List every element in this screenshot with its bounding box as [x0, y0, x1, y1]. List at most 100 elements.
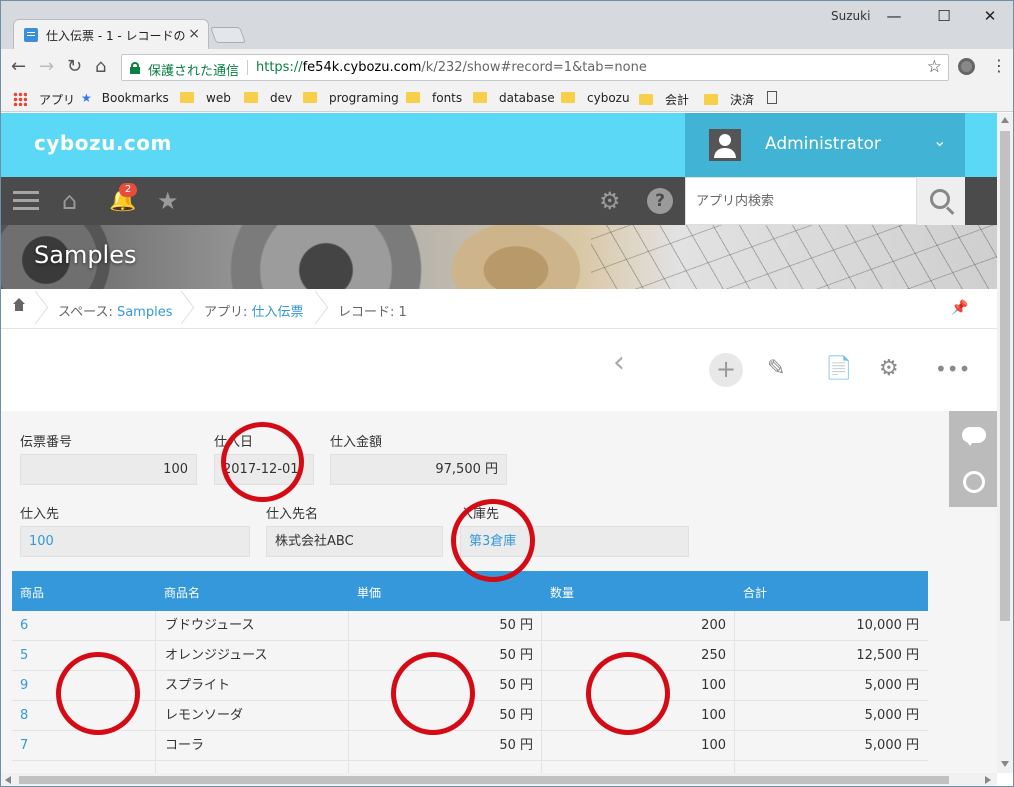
scroll-down-icon[interactable] — [1001, 761, 1009, 767]
supplier-value[interactable]: 100 — [20, 526, 250, 557]
chevron-down-icon: ⌄ — [933, 131, 947, 150]
new-tab-button[interactable] — [210, 27, 246, 43]
url-text[interactable]: https://fe54k.cybozu.com/k/232/show#reco… — [256, 60, 647, 75]
product-name-cell: ブドウジュース — [155, 611, 348, 641]
portal-home-icon[interactable]: ⌂ — [62, 187, 77, 215]
breadcrumb: スペース: Samples アプリ: 仕入伝票 レコード: 1 📌 — [1, 289, 997, 329]
maximize-icon[interactable]: ☐ — [921, 5, 967, 27]
horizontal-scrollbar[interactable] — [1, 773, 997, 786]
comment-icon[interactable] — [962, 427, 986, 446]
supplier-name-value: 株式会社ABC — [266, 526, 443, 557]
extension-icon[interactable] — [958, 58, 975, 75]
history-icon[interactable] — [963, 471, 985, 493]
breadcrumb-space-link[interactable]: Samples — [117, 305, 173, 320]
reload-icon[interactable]: ↻ — [67, 57, 82, 77]
hamburger-menu-icon[interactable] — [13, 191, 39, 211]
browser-toolbar: ← → ↻ ⌂ 保護された通信 https://fe54k.cybozu.com… — [1, 49, 1013, 85]
breadcrumb-record: レコード: 1 — [338, 305, 407, 320]
close-window-icon[interactable]: ✕ — [967, 5, 1013, 27]
blueprint-image — [591, 225, 997, 289]
unit-price-cell — [348, 761, 541, 773]
bookmark-payment[interactable]: 決済 — [704, 91, 754, 108]
kintone-navbar: ⌂ 🔔 2 ★ ⚙ ? — [1, 177, 997, 225]
space-title: Samples — [34, 241, 137, 269]
address-bar[interactable]: 保護された通信 https://fe54k.cybozu.com/k/232/s… — [121, 54, 949, 81]
previous-record-icon[interactable]: ‹ — [613, 348, 625, 378]
vertical-scrollbar[interactable] — [997, 113, 1013, 773]
breadcrumb-separator — [311, 289, 325, 329]
user-avatar-icon — [709, 129, 741, 161]
bookmark-database[interactable]: database — [473, 91, 555, 105]
folder-icon — [704, 94, 718, 105]
browser-tab[interactable]: 仕入伝票 - 1 - レコードの詳 × — [13, 19, 209, 49]
help-icon[interactable]: ? — [647, 188, 673, 214]
omnibox-divider — [247, 60, 248, 75]
user-menu[interactable]: Administrator ⌄ — [685, 113, 965, 177]
lock-icon — [130, 62, 140, 74]
breadcrumb-app-link[interactable]: 仕入伝票 — [252, 305, 304, 320]
record-settings-gear-icon[interactable]: ⚙ — [879, 355, 899, 383]
minimize-icon[interactable]: — — [871, 5, 917, 27]
bookmark-bookmarks[interactable]: ★ Bookmarks — [81, 91, 169, 105]
tab-title: 仕入伝票 - 1 - レコードの詳 — [46, 29, 186, 43]
bookmark-fonts[interactable]: fonts — [406, 91, 462, 105]
breadcrumb-app: アプリ: 仕入伝票 — [204, 305, 304, 320]
scroll-up-icon[interactable] — [1001, 117, 1009, 123]
bookmark-apps[interactable]: アプリ — [13, 91, 75, 108]
gear-image — [211, 225, 441, 289]
app-search-input[interactable] — [686, 178, 916, 224]
notification-count-badge: 2 — [119, 183, 137, 197]
bookmark-programing[interactable]: programing — [303, 91, 399, 105]
unit-price-cell: 50 円 — [348, 731, 541, 761]
supplier-name-label: 仕入先名 — [266, 507, 319, 522]
space-banner: Samples — [1, 225, 997, 289]
favorites-star-icon[interactable]: ★ — [157, 187, 179, 215]
pin-icon[interactable]: 📌 — [951, 300, 968, 316]
purchase-amount-label: 仕入金額 — [330, 435, 383, 450]
duplicate-record-icon[interactable]: 📄 — [825, 355, 852, 383]
total-cell: 5,000 円 — [734, 731, 927, 761]
table-row-partial — [12, 761, 928, 773]
bookmark-dev[interactable]: dev — [244, 91, 292, 105]
back-icon[interactable]: ← — [11, 57, 26, 77]
unit-price-cell: 50 円 — [348, 611, 541, 641]
bookmark-accounting[interactable]: 会計 — [639, 91, 689, 108]
forward-icon[interactable]: → — [39, 57, 54, 77]
annotation-circle — [586, 652, 670, 735]
folder-icon — [639, 94, 653, 105]
bookmark-star-icon[interactable]: ☆ — [927, 57, 942, 77]
folder-icon — [561, 92, 575, 103]
annotation-circle — [391, 652, 475, 735]
more-options-icon[interactable]: ••• — [935, 355, 970, 383]
bookmark-page[interactable] — [767, 91, 777, 105]
slip-no-label: 伝票番号 — [20, 435, 73, 450]
total-cell: 10,000 円 — [734, 611, 927, 641]
product-name-cell: コーラ — [155, 731, 348, 761]
total-cell: 12,500 円 — [734, 641, 927, 671]
bookmark-cybozu[interactable]: cybozu — [561, 91, 630, 105]
total-cell: 5,000 円 — [734, 671, 927, 701]
cybozu-logo[interactable]: cybozu.com — [34, 131, 172, 155]
document-icon — [767, 91, 777, 104]
folder-icon — [303, 92, 317, 103]
product-code-link[interactable]: 7 — [20, 731, 150, 761]
app-search-box — [685, 177, 917, 225]
search-icon[interactable] — [917, 177, 965, 225]
add-record-icon[interactable]: + — [709, 353, 743, 387]
edit-record-icon[interactable]: ✎ — [767, 355, 785, 383]
tab-close-icon[interactable]: × — [188, 26, 200, 42]
scroll-left-icon[interactable] — [5, 776, 11, 784]
vertical-scroll-thumb[interactable] — [1000, 131, 1010, 621]
side-panel-tabs — [949, 411, 997, 507]
product-code-link[interactable]: 6 — [20, 611, 150, 641]
quantity-cell — [541, 761, 734, 773]
settings-gear-icon[interactable]: ⚙ — [599, 187, 621, 215]
home-icon[interactable]: ⌂ — [95, 57, 106, 77]
scroll-right-icon[interactable] — [985, 776, 991, 784]
bookmark-web[interactable]: web — [180, 91, 231, 105]
slip-no-value: 100 — [20, 454, 197, 485]
quantity-cell: 200 — [541, 611, 734, 641]
horizontal-scroll-thumb[interactable] — [19, 776, 949, 784]
browser-menu-icon[interactable]: ⋮ — [991, 56, 1007, 75]
record-detail: 伝票番号 100 仕入日 2017-12-01 仕入金額 97,500 円 仕入… — [1, 411, 997, 773]
